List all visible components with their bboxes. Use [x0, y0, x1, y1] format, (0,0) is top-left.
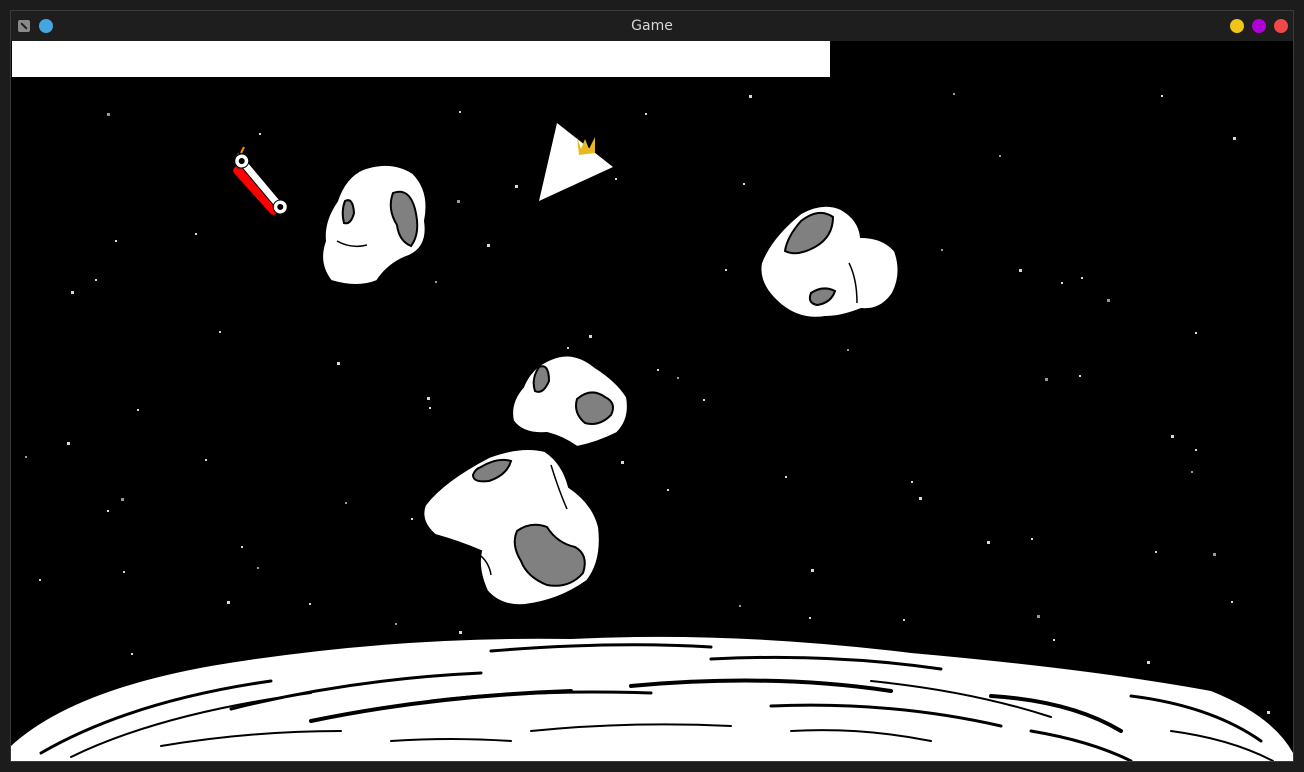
star: [205, 459, 207, 461]
game-canvas[interactable]: [11, 41, 1293, 761]
star: [487, 244, 490, 247]
star: [457, 200, 460, 203]
hud-bar: [12, 41, 830, 77]
star: [1037, 615, 1040, 618]
game-scene: [11, 93, 1293, 761]
star: [615, 178, 617, 180]
star: [1155, 551, 1157, 553]
star: [809, 617, 811, 619]
star: [657, 369, 659, 371]
player-ship: [539, 123, 613, 201]
star: [739, 605, 741, 607]
star: [107, 510, 109, 512]
star: [1053, 639, 1055, 641]
star: [1079, 375, 1081, 377]
star: [567, 347, 569, 349]
star: [1195, 332, 1197, 334]
star: [1191, 471, 1193, 473]
star: [911, 481, 913, 483]
star: [429, 407, 431, 409]
star: [1061, 282, 1063, 284]
planet-surface: [11, 636, 1293, 761]
star: [219, 331, 221, 333]
star: [725, 269, 727, 271]
star: [1107, 299, 1110, 302]
star: [259, 133, 261, 135]
maximize-button[interactable]: [1252, 19, 1266, 33]
star: [435, 281, 437, 283]
star: [227, 601, 230, 604]
star: [999, 155, 1001, 157]
star: [589, 335, 592, 338]
asteroid: [759, 204, 900, 319]
star: [1231, 601, 1233, 603]
star: [743, 183, 745, 185]
star: [919, 497, 922, 500]
minimize-button[interactable]: [1230, 19, 1244, 33]
star: [1045, 378, 1048, 381]
star: [257, 567, 259, 569]
star: [345, 502, 347, 504]
star: [667, 489, 669, 491]
star: [1019, 269, 1022, 272]
close-button[interactable]: [1274, 19, 1288, 33]
star: [95, 279, 97, 281]
star: [987, 541, 990, 544]
window-title: Game: [631, 18, 673, 34]
star: [121, 498, 124, 501]
asteroid: [511, 354, 629, 449]
star: [941, 249, 943, 251]
star: [137, 409, 139, 411]
star: [131, 653, 133, 655]
star: [1147, 661, 1150, 664]
star: [71, 291, 74, 294]
title-bar[interactable]: Game: [11, 11, 1293, 41]
star: [1233, 137, 1236, 140]
star: [25, 456, 27, 458]
star: [749, 95, 752, 98]
star: [1081, 277, 1083, 279]
star: [337, 362, 340, 365]
star: [395, 623, 397, 625]
star: [645, 113, 647, 115]
star: [1171, 435, 1174, 438]
star: [1267, 711, 1270, 714]
star: [411, 518, 413, 520]
star: [621, 461, 624, 464]
star: [515, 185, 518, 188]
star: [107, 113, 110, 116]
star: [459, 631, 462, 634]
star: [427, 397, 430, 400]
game-window: Game: [10, 10, 1294, 762]
star: [703, 399, 705, 401]
star: [677, 377, 679, 379]
star: [903, 619, 905, 621]
star: [309, 603, 311, 605]
wrench-dynamite-icon: [233, 146, 288, 215]
star: [241, 546, 243, 548]
star: [953, 93, 955, 95]
asteroid: [422, 448, 601, 607]
star: [1213, 553, 1216, 556]
star: [1161, 95, 1163, 97]
asteroid: [321, 163, 428, 286]
crown-icon: [577, 137, 595, 155]
star: [39, 579, 41, 581]
star: [459, 111, 461, 113]
star: [785, 476, 787, 478]
star: [1195, 449, 1197, 451]
star: [811, 569, 814, 572]
star: [115, 240, 117, 242]
star: [195, 233, 197, 235]
star: [847, 349, 849, 351]
star: [1031, 538, 1033, 540]
star: [67, 442, 70, 445]
star: [123, 571, 125, 573]
